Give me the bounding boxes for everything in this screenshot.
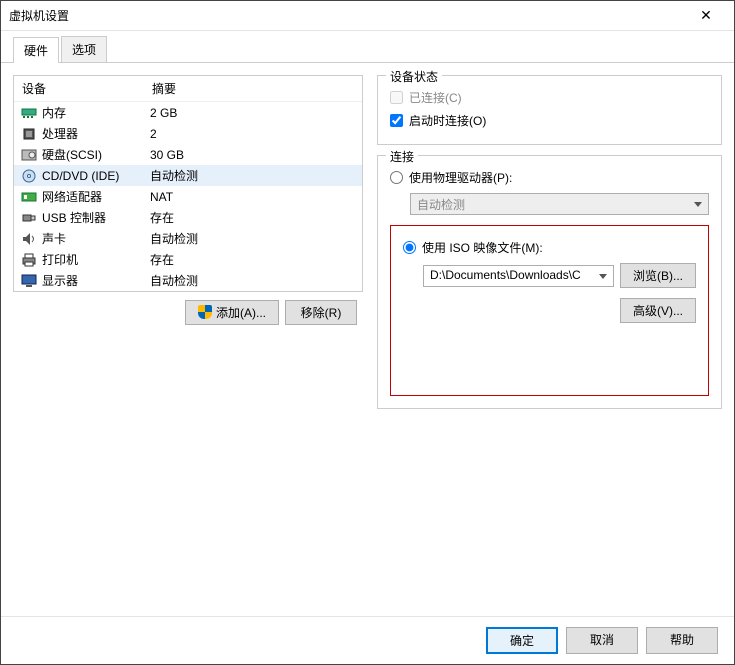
cancel-button[interactable]: 取消 [566,627,638,654]
right-panel: 设备状态 已连接(C) 启动时连接(O) 连接 使用物理驱动器(P): 自动检测 [377,75,722,611]
use-physical-row[interactable]: 使用物理驱动器(P): [390,166,709,189]
device-name: 硬盘(SCSI) [42,146,150,163]
window-title: 虚拟机设置 [9,7,686,24]
advanced-wrap: 高级(V)... [403,298,696,323]
use-iso-label: 使用 ISO 映像文件(M): [422,239,543,256]
shield-icon [198,305,212,319]
ok-button[interactable]: 确定 [486,627,558,654]
device-name: 网络适配器 [42,188,150,205]
use-iso-row[interactable]: 使用 ISO 映像文件(M): [403,236,696,259]
memory-icon [20,105,38,121]
advanced-button[interactable]: 高级(V)... [620,298,696,323]
device-name: 处理器 [42,125,150,142]
hardware-row[interactable]: 声卡自动检测 [14,228,362,249]
cd-icon [20,168,38,184]
printer-icon [20,252,38,268]
cpu-icon [20,126,38,142]
device-summary: 自动检测 [150,167,356,184]
device-name: CD/DVD (IDE) [42,169,150,183]
device-name: 显示器 [42,272,150,289]
hardware-row[interactable]: 显示器自动检测 [14,270,362,291]
use-iso-radio[interactable] [403,241,416,254]
tab-hardware[interactable]: 硬件 [13,37,59,63]
device-summary: 2 GB [150,106,356,120]
hardware-buttons: 添加(A)... 移除(R) [13,292,363,329]
hardware-row[interactable]: CD/DVD (IDE)自动检测 [14,165,362,186]
hardware-row[interactable]: USB 控制器存在 [14,207,362,228]
remove-button[interactable]: 移除(R) [285,300,357,325]
device-status-title: 设备状态 [386,68,442,85]
connected-checkbox [390,91,403,104]
connect-on-start-row[interactable]: 启动时连接(O) [390,109,709,132]
help-button[interactable]: 帮助 [646,627,718,654]
device-summary: 存在 [150,251,356,268]
tabs: 硬件 选项 [1,31,734,63]
add-button[interactable]: 添加(A)... [185,300,279,325]
connected-label: 已连接(C) [409,89,462,106]
col-summary: 摘要 [152,80,354,97]
display-icon [20,273,38,289]
iso-path-combo[interactable]: D:\Documents\Downloads\C [423,265,614,287]
connected-row: 已连接(C) [390,86,709,109]
device-summary: 存在 [150,209,356,226]
hardware-list-panel: 设备 摘要 内存2 GB处理器2硬盘(SCSI)30 GBCD/DVD (IDE… [13,75,363,292]
hardware-row[interactable]: 内存2 GB [14,102,362,123]
hardware-row[interactable]: 网络适配器NAT [14,186,362,207]
device-summary: 30 GB [150,148,356,162]
physical-drive-combo-wrap: 自动检测 [410,193,709,215]
device-name: USB 控制器 [42,209,150,226]
connect-on-start-checkbox[interactable] [390,114,403,127]
device-summary: 自动检测 [150,272,356,289]
tab-options[interactable]: 选项 [61,36,107,62]
device-name: 内存 [42,104,150,121]
use-physical-radio[interactable] [390,171,403,184]
disk-icon [20,147,38,163]
usb-icon [20,210,38,226]
browse-button[interactable]: 浏览(B)... [620,263,696,288]
device-name: 声卡 [42,230,150,247]
titlebar: 虚拟机设置 ✕ [1,1,734,31]
hardware-row[interactable]: 打印机存在 [14,249,362,270]
close-icon[interactable]: ✕ [686,7,726,24]
device-name: 打印机 [42,251,150,268]
hardware-rows: 内存2 GB处理器2硬盘(SCSI)30 GBCD/DVD (IDE)自动检测网… [14,102,362,291]
device-status-group: 设备状态 已连接(C) 启动时连接(O) [377,75,722,145]
sound-icon [20,231,38,247]
connection-group: 连接 使用物理驱动器(P): 自动检测 使用 ISO 映像文件(M): D:\D… [377,155,722,409]
connection-group-title: 连接 [386,148,418,165]
device-summary: NAT [150,190,356,204]
use-physical-label: 使用物理驱动器(P): [409,169,512,186]
net-icon [20,189,38,205]
hardware-row[interactable]: 处理器2 [14,123,362,144]
device-summary: 2 [150,127,356,141]
body: 设备 摘要 内存2 GB处理器2硬盘(SCSI)30 GBCD/DVD (IDE… [1,63,734,623]
connect-on-start-label: 启动时连接(O) [409,112,486,129]
iso-controls: D:\Documents\Downloads\C 浏览(B)... [423,263,696,288]
col-device: 设备 [22,80,152,97]
hardware-list-header: 设备 摘要 [14,76,362,102]
device-summary: 自动检测 [150,230,356,247]
physical-drive-combo: 自动检测 [410,193,709,215]
hardware-row[interactable]: 硬盘(SCSI)30 GB [14,144,362,165]
iso-highlight-area: 使用 ISO 映像文件(M): D:\Documents\Downloads\C… [390,225,709,396]
footer: 确定 取消 帮助 [1,616,734,664]
